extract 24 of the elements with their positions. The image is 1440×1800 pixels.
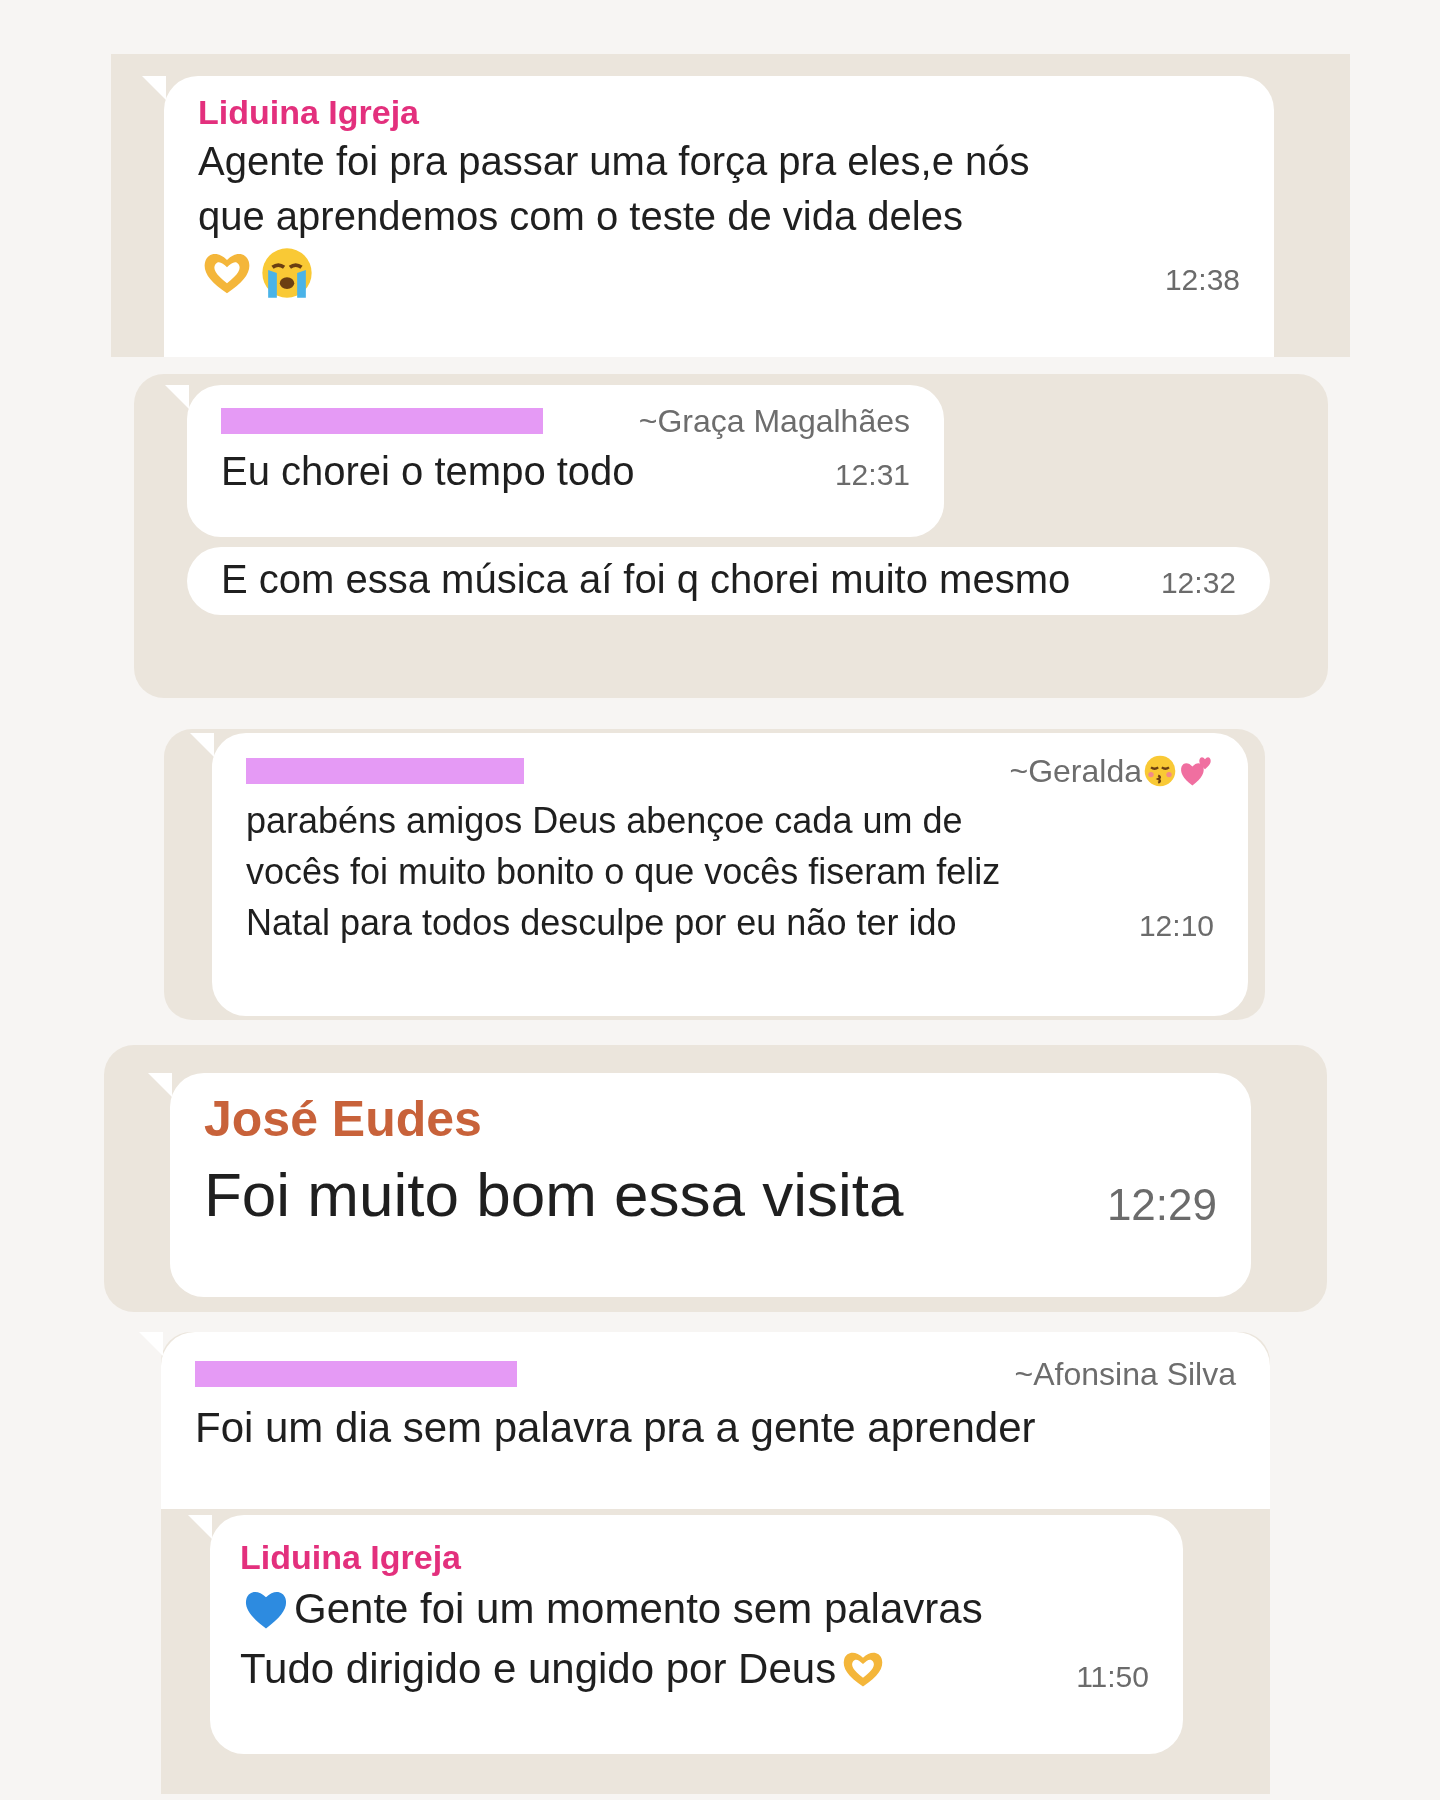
message-time: 12:10 xyxy=(1138,908,1214,944)
message-time: 12:31 xyxy=(834,457,910,493)
message-text: Eu chorei o tempo todo xyxy=(221,448,635,495)
message-text: parabéns amigos Deus abençoe cada um de xyxy=(246,799,963,843)
message-text: que aprendemos com o teste de vida deles xyxy=(198,193,963,241)
message-text: Foi muito bom essa visita xyxy=(204,1159,904,1231)
message-text: vocês foi muito bonito o que vocês fiseram feliz xyxy=(246,850,1001,894)
message-text: Tudo dirigido e ungido por Deus xyxy=(240,1644,837,1695)
message-time: 12:38 xyxy=(1164,262,1240,299)
message-time: 12:32 xyxy=(1160,565,1236,601)
sender-name: ~Graça Magalhães xyxy=(638,402,910,441)
sender-name: ~Afonsina Silva xyxy=(1014,1355,1236,1394)
message-text: Gente foi um momento sem palavras xyxy=(294,1584,983,1635)
sender-name: Liduina Igreja xyxy=(240,1537,462,1578)
sender-name: Liduina Igreja xyxy=(198,92,420,133)
sender-name: ~Geralda xyxy=(1009,752,1142,791)
sender-name: José Eudes xyxy=(204,1090,482,1149)
message-text: Agente foi pra passar uma força pra eles,e nós xyxy=(198,138,1030,186)
message-text: Natal para todos desculpe por eu não ter ido xyxy=(246,901,957,945)
message-time: 12:29 xyxy=(1106,1179,1217,1231)
kissing-face-icon xyxy=(1142,753,1178,789)
message-time: 11:50 xyxy=(1076,1659,1149,1696)
message-text: E com essa música aí foi q chorei muito mesmo xyxy=(221,556,1071,603)
message-text: Foi um dia sem palavra pra a gente aprender xyxy=(195,1403,1036,1453)
